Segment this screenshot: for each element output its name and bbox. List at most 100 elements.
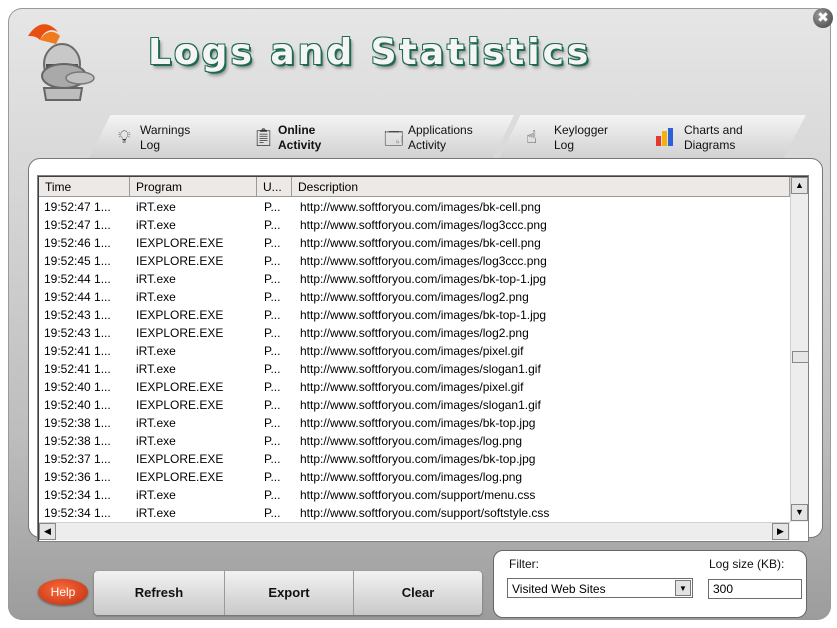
cell-description: http://www.softforyou.com/support/softst…: [300, 506, 550, 520]
cell-program: iRT.exe: [136, 506, 176, 520]
close-icon[interactable]: ✖: [813, 8, 833, 28]
cell-description: http://www.softforyou.com/images/pixel.g…: [300, 344, 524, 358]
cell-user: P...: [264, 236, 281, 250]
scroll-right-icon[interactable]: ▶: [772, 523, 789, 540]
cell-time: 19:52:40 1...: [44, 380, 111, 394]
cell-user: P...: [264, 380, 281, 394]
table-row[interactable]: 19:52:45 1... IEXPLORE.EXE P... http://www.…: [39, 252, 788, 270]
table-row[interactable]: 19:52:40 1... IEXPLORE.EXE P... http://www.…: [39, 396, 788, 414]
column-header-program[interactable]: Program: [130, 177, 257, 197]
scroll-left-icon[interactable]: ◀: [39, 523, 56, 540]
chevron-down-icon[interactable]: ▼: [675, 580, 691, 596]
column-header-user[interactable]: U...: [257, 177, 292, 197]
column-header-description[interactable]: Description: [292, 177, 790, 197]
scroll-thumb[interactable]: [792, 351, 809, 363]
column-header-time[interactable]: Time: [39, 177, 130, 197]
cell-user: P...: [264, 200, 281, 214]
table-row[interactable]: 19:52:37 1... IEXPLORE.EXE P... http://www.…: [39, 450, 788, 468]
cell-program: iRT.exe: [136, 416, 176, 430]
tab-charts-diagrams[interactable]: Charts and Diagrams: [632, 115, 806, 161]
clear-button[interactable]: Clear: [354, 571, 482, 615]
cell-user: P...: [264, 308, 281, 322]
tab-label: Online Activity: [278, 123, 322, 152]
filter-select[interactable]: Visited Web Sites ▼: [507, 578, 693, 598]
table-row[interactable]: 19:52:41 1... iRT.exe P... http://www.softf…: [39, 360, 788, 378]
cell-program: iRT.exe: [136, 272, 176, 286]
cell-user: P...: [264, 452, 281, 466]
vertical-scrollbar[interactable]: ▲ ▼: [790, 177, 809, 522]
tab-keylogger-log[interactable]: ☝︎ Keylogger Log: [498, 115, 658, 161]
table-row[interactable]: 19:52:46 1... IEXPLORE.EXE P... http://www.…: [39, 234, 788, 252]
cell-time: 19:52:38 1...: [44, 416, 111, 430]
cell-description: http://www.softforyou.com/images/bk-top.…: [300, 452, 536, 466]
cell-time: 19:52:36 1...: [44, 470, 111, 484]
help-button[interactable]: Help: [38, 579, 88, 605]
cell-user: P...: [264, 326, 281, 340]
cell-description: http://www.softforyou.com/images/log3ccc…: [300, 254, 547, 268]
scroll-down-icon[interactable]: ▼: [791, 504, 808, 521]
cell-program: iRT.exe: [136, 434, 176, 448]
cell-time: 19:52:37 1...: [44, 452, 111, 466]
scroll-up-icon[interactable]: ▲: [791, 177, 808, 194]
cell-program: iRT.exe: [136, 290, 176, 304]
tab-label: Charts and Diagrams: [684, 123, 743, 152]
cell-program: IEXPLORE.EXE: [136, 254, 224, 268]
cell-description: http://www.softforyou.com/images/log3ccc…: [300, 218, 547, 232]
cell-time: 19:52:38 1...: [44, 434, 111, 448]
table-row[interactable]: 19:52:40 1... IEXPLORE.EXE P... http://www.…: [39, 378, 788, 396]
tab-warnings-log[interactable]: 💡︎ Warnings Log: [88, 115, 248, 161]
cell-description: http://www.softforyou.com/images/slogan1…: [300, 398, 541, 412]
tab-label: Keylogger Log: [554, 123, 609, 152]
horizontal-scrollbar[interactable]: ◀ ▶: [39, 522, 790, 540]
cell-description: http://www.softforyou.com/images/bk-top.…: [300, 416, 536, 430]
action-button-bar: Refresh Export Clear: [94, 571, 482, 615]
cell-program: IEXPLORE.EXE: [136, 470, 224, 484]
cell-time: 19:52:46 1...: [44, 236, 111, 250]
filter-selected-value: Visited Web Sites: [512, 582, 606, 596]
export-button[interactable]: Export: [225, 571, 354, 615]
clipboard-icon: 📋︎: [252, 127, 275, 147]
table-row[interactable]: 19:52:41 1... iRT.exe P... http://www.softf…: [39, 342, 788, 360]
page-title: Logs and Statistics: [148, 32, 592, 73]
cell-program: iRT.exe: [136, 488, 176, 502]
cell-user: P...: [264, 398, 281, 412]
cell-description: http://www.softforyou.com/images/log.png: [300, 470, 523, 484]
cell-program: IEXPLORE.EXE: [136, 236, 224, 250]
table-row[interactable]: 19:52:34 1... iRT.exe P... http://www.softf…: [39, 504, 788, 522]
table-row[interactable]: 19:52:43 1... IEXPLORE.EXE P... http://www.…: [39, 324, 788, 342]
cell-user: P...: [264, 272, 281, 286]
cell-program: IEXPLORE.EXE: [136, 326, 224, 340]
cell-user: P...: [264, 488, 281, 502]
table-row[interactable]: 19:52:38 1... iRT.exe P... http://www.softf…: [39, 414, 788, 432]
log-size-input[interactable]: 300: [708, 579, 802, 599]
cell-description: http://www.softforyou.com/images/bk-top-…: [300, 308, 547, 322]
table-row[interactable]: 19:52:34 1... iRT.exe P... http://www.softf…: [39, 486, 788, 504]
filter-label: Filter:: [509, 557, 539, 571]
cell-program: iRT.exe: [136, 362, 176, 376]
table-row[interactable]: 19:52:43 1... IEXPLORE.EXE P... http://www.…: [39, 306, 788, 324]
table-row[interactable]: 19:52:47 1... iRT.exe P... http://www.softf…: [39, 216, 788, 234]
cell-program: iRT.exe: [136, 218, 176, 232]
table-row[interactable]: 19:52:44 1... iRT.exe P... http://www.softf…: [39, 270, 788, 288]
cell-description: http://www.softforyou.com/images/log.png: [300, 434, 523, 448]
keyboard-hand-icon: ☝︎: [526, 127, 537, 147]
log-size-label: Log size (KB):: [709, 557, 785, 571]
cell-time: 19:52:34 1...: [44, 488, 111, 502]
cell-user: P...: [264, 344, 281, 358]
tab-applications-activity[interactable]: 🗔︎ Applications Activity: [354, 115, 514, 161]
bar-chart-icon: [656, 128, 673, 146]
cell-time: 19:52:47 1...: [44, 200, 111, 214]
cell-description: http://www.softforyou.com/images/pixel.g…: [300, 380, 524, 394]
cell-time: 19:52:40 1...: [44, 398, 111, 412]
refresh-button[interactable]: Refresh: [94, 571, 225, 615]
cell-program: IEXPLORE.EXE: [136, 398, 224, 412]
tab-label: Warnings Log: [140, 123, 191, 152]
cell-time: 19:52:45 1...: [44, 254, 111, 268]
table-row[interactable]: 19:52:36 1... IEXPLORE.EXE P... http://www.…: [39, 468, 788, 486]
table-row[interactable]: 19:52:38 1... iRT.exe P... http://www.softf…: [39, 432, 788, 450]
activity-table[interactable]: Time Program U... Description 19:52:47 1…: [37, 175, 809, 542]
table-row[interactable]: 19:52:47 1... iRT.exe P... http://www.softf…: [39, 198, 788, 216]
cell-description: http://www.softforyou.com/support/menu.c…: [300, 488, 536, 502]
table-row[interactable]: 19:52:44 1... iRT.exe P... http://www.softf…: [39, 288, 788, 306]
cell-program: iRT.exe: [136, 200, 176, 214]
